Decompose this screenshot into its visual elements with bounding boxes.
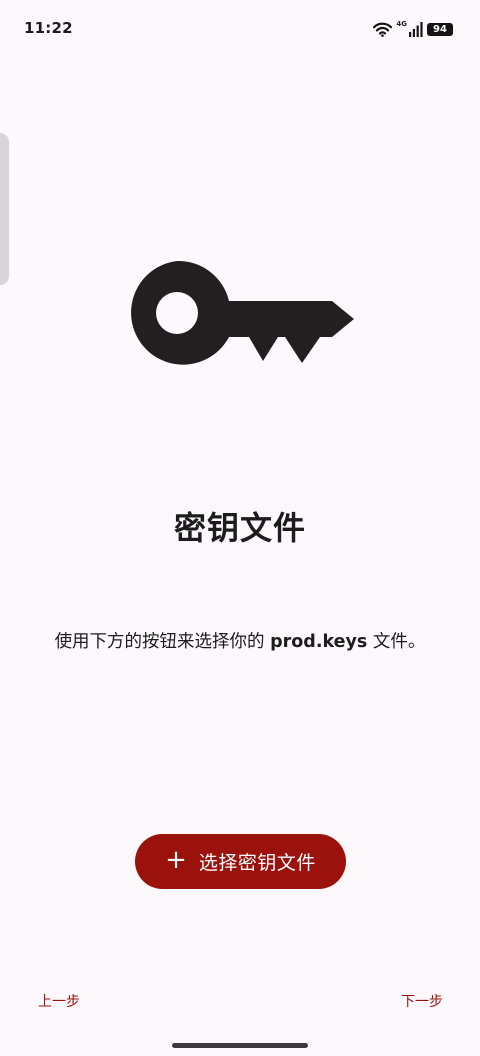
status-icons: 4G 94	[373, 20, 453, 38]
instruction-text-after: 文件。	[367, 632, 426, 652]
network-type-label: 4G	[396, 20, 407, 28]
battery-icon: 94	[427, 22, 453, 36]
select-key-file-label: 选择密钥文件	[198, 852, 316, 874]
signal-icon	[409, 21, 423, 37]
edge-panel-handle[interactable]	[0, 133, 9, 285]
previous-step-button[interactable]: 上一步	[38, 991, 80, 1011]
plus-icon: +	[165, 845, 187, 875]
wifi-icon	[373, 22, 393, 37]
instruction-filename: prod.keys	[270, 632, 368, 652]
page-title: 密钥文件	[173, 509, 306, 547]
instruction-text-before: 使用下方的按钮来选择你的	[54, 632, 271, 652]
key-icon	[131, 261, 354, 365]
instruction-text: 使用下方的按钮来选择你的 prod.keys 文件。	[0, 630, 480, 654]
next-step-button[interactable]: 下一步	[401, 991, 443, 1011]
gesture-navigation-bar[interactable]	[172, 1043, 308, 1048]
battery-level: 94	[433, 23, 447, 35]
status-time: 11:22	[24, 19, 73, 37]
status-bar: 11:22 4G 94	[0, 0, 480, 56]
select-key-file-button[interactable]: + 选择密钥文件	[135, 834, 346, 889]
